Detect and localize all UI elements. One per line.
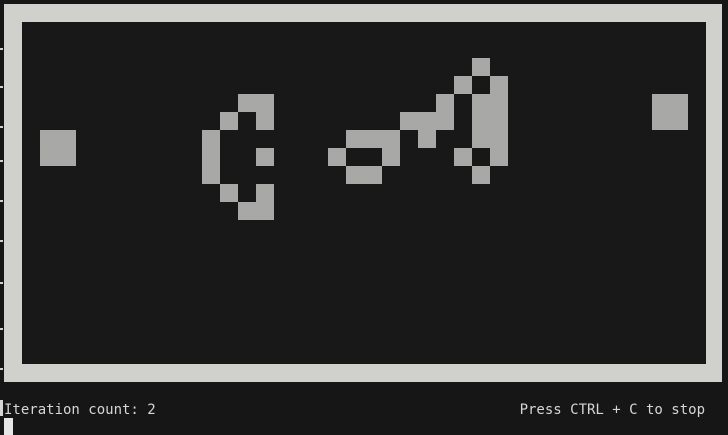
alive-cell: [418, 130, 436, 148]
game-of-life-grid: [22, 22, 706, 364]
alive-cell: [382, 130, 400, 148]
alive-cell: [490, 76, 508, 94]
alive-cell: [220, 112, 238, 130]
alive-cell: [256, 184, 274, 202]
status-line: Iteration count: 2 Press CTRL + C to sto…: [0, 400, 728, 420]
alive-cell: [328, 148, 346, 166]
alive-cell: [490, 94, 508, 112]
iteration-count-text: Iteration count: 2: [4, 400, 156, 420]
alive-cell: [670, 112, 688, 130]
alive-cell: [220, 184, 238, 202]
alive-cell: [490, 148, 508, 166]
edge-mark: [0, 48, 3, 50]
alive-cell: [652, 94, 670, 112]
alive-cell: [364, 166, 382, 184]
game-board-frame: [4, 4, 722, 382]
alive-cell: [490, 112, 508, 130]
alive-cell: [670, 94, 688, 112]
alive-cell: [202, 130, 220, 148]
alive-cell: [256, 94, 274, 112]
alive-cell: [58, 148, 76, 166]
edge-mark: [0, 200, 3, 202]
alive-cell: [256, 202, 274, 220]
edge-mark: [0, 282, 3, 284]
alive-cell: [256, 112, 274, 130]
alive-cell: [472, 166, 490, 184]
alive-cell: [238, 94, 256, 112]
edge-mark: [0, 160, 3, 162]
alive-cell: [454, 148, 472, 166]
alive-cell: [256, 148, 274, 166]
alive-cell: [202, 148, 220, 166]
alive-cell: [436, 112, 454, 130]
alive-cell: [490, 130, 508, 148]
alive-cell: [346, 130, 364, 148]
terminal-cursor[interactable]: [4, 418, 13, 435]
alive-cell: [472, 94, 490, 112]
alive-cell: [202, 166, 220, 184]
alive-cell: [436, 94, 454, 112]
alive-cell: [400, 112, 418, 130]
alive-cell: [40, 148, 58, 166]
alive-cell: [472, 58, 490, 76]
alive-cell: [472, 130, 490, 148]
terminal-window: Iteration count: 2 Press CTRL + C to sto…: [0, 0, 728, 435]
alive-cell: [364, 130, 382, 148]
edge-mark: [0, 328, 3, 330]
alive-cell: [40, 130, 58, 148]
alive-cell: [418, 112, 436, 130]
alive-cell: [454, 76, 472, 94]
alive-cell: [472, 112, 490, 130]
alive-cell: [652, 112, 670, 130]
iteration-count-value: 2: [147, 402, 156, 418]
edge-mark: [0, 368, 3, 370]
edge-mark: [0, 86, 3, 88]
alive-cell: [58, 130, 76, 148]
iteration-count-label: Iteration count:: [4, 402, 139, 418]
edge-mark: [0, 240, 3, 242]
alive-cell: [238, 202, 256, 220]
edge-mark: [0, 126, 3, 128]
alive-cell: [382, 148, 400, 166]
alive-cell: [346, 166, 364, 184]
stop-hint-text: Press CTRL + C to stop: [519, 402, 705, 418]
